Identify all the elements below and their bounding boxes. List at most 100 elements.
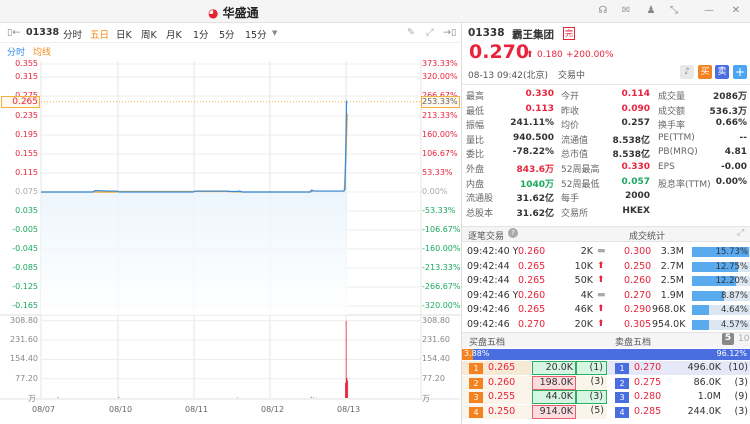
levels-10-button[interactable]: 10 (738, 334, 749, 344)
close-icon[interactable]: ✕ (730, 5, 742, 17)
market-status: 交易中 (558, 71, 586, 81)
stat-value: 31.62亿 (516, 208, 554, 219)
stat-label: 交易所 (561, 208, 589, 219)
volume-bar (117, 397, 119, 398)
tab-3[interactable]: 周K (141, 27, 157, 41)
stat-label: PE(TTM) (658, 132, 695, 143)
ask-price: 0.285 (634, 405, 662, 417)
ask-orders: (10) (728, 362, 748, 373)
stat-label: 52周最低 (561, 179, 600, 190)
bid-volume: 198.0K (532, 375, 576, 390)
mail-icon[interactable]: ✉ (620, 5, 632, 17)
intraday-chart[interactable]: 分时 均线 0.355373.33%0.315320.00%0.275266.6… (0, 43, 460, 424)
bid-volume: 914.0K (532, 404, 576, 419)
expand-icon[interactable]: ⤢ (737, 228, 744, 238)
trade-volume: 4K (580, 289, 593, 301)
bid-orders: (3) (590, 375, 604, 387)
status-badge: 完 (563, 27, 575, 40)
app-logo: ◕ 华盛通 (208, 6, 259, 20)
tab-7[interactable]: 15分 (245, 27, 267, 41)
buy-button[interactable]: 买 (698, 65, 712, 79)
volume-bar (345, 383, 346, 398)
tab-4[interactable]: 月K (166, 27, 182, 41)
chart-canvas (0, 61, 460, 400)
add-watchlist-button[interactable]: + (733, 65, 747, 79)
sell-button[interactable]: 卖 (715, 65, 729, 79)
ask-volume: 496.0K (687, 362, 721, 373)
stat-label: PB(MRQ) (658, 147, 698, 158)
bid-level: 4 (469, 406, 483, 418)
stat-value: -0.00 (721, 162, 747, 172)
stat-value: 0.090 (621, 103, 650, 114)
collapse-right-icon[interactable]: →▯ (443, 27, 456, 38)
bid-level: 3 (469, 392, 483, 404)
volume-share-pct: 15.73% (715, 247, 748, 257)
price-tick: 0.195 (15, 130, 38, 139)
collapse-left-icon[interactable]: ▯← (7, 27, 20, 38)
bid-ask-ratio-bar: 3.88% 96.12% (462, 349, 750, 360)
stat-label: EPS (658, 162, 675, 172)
ask-level: 3 (615, 392, 629, 404)
price-tick: 0.035 (15, 206, 38, 215)
stat-label: 内盘 (466, 179, 485, 190)
date-label: 08/13 (337, 405, 361, 414)
stat-value: 0.330 (621, 162, 650, 172)
volume-bar (346, 378, 348, 398)
arrow-up-icon: ⬆ (597, 275, 605, 286)
stat-label: 昨收 (561, 106, 580, 117)
vol-tick: 77.20 (15, 373, 38, 383)
interval-dropdown-icon[interactable]: ▼ (272, 29, 277, 37)
stat-label: 外盘 (466, 165, 485, 175)
bid-volume: 20.0K (532, 361, 576, 375)
trade-price: 0.265 (518, 304, 546, 316)
trade-volume: 10K (574, 260, 593, 272)
pct-tick: -106.67% (422, 225, 461, 234)
tab-6[interactable]: 5分 (219, 27, 235, 41)
arrow-up-icon: ⬆ (597, 260, 605, 271)
tab-0[interactable]: 分时 (63, 27, 82, 41)
quote-time: 08-13 09:42(北京) (468, 71, 548, 81)
vol-tick: 77.20 (422, 373, 445, 383)
trade-price: 0.265 (518, 275, 546, 287)
tab-5[interactable]: 1分 (193, 27, 209, 41)
vol-tick: 308.80 (422, 315, 450, 325)
alert-bell-icon[interactable]: ♪ (680, 65, 694, 79)
trade-time: 09:42:44 (467, 260, 510, 272)
date-label: 08/11 (185, 405, 209, 414)
bid-price: 0.265 (488, 362, 516, 373)
tab-1[interactable]: 五日 (90, 27, 109, 41)
levels-5-button[interactable]: 5 (722, 333, 734, 345)
fullscreen-icon[interactable]: ⤢ (426, 27, 434, 38)
headset-icon[interactable]: ☊ (597, 5, 609, 17)
volume-share-pct: 12.75% (715, 261, 748, 272)
shirt-icon[interactable]: ♟ (645, 5, 657, 17)
pin-icon[interactable]: ⤡ (668, 5, 680, 17)
stat-volume: 1.9M (660, 289, 684, 301)
stat-volume: 3.3M (660, 246, 684, 257)
trade-volume: 50K (574, 275, 593, 287)
stat-label: 均价 (561, 121, 580, 132)
quote-code: 01338 (468, 27, 505, 39)
stat-label: 换手率 (658, 121, 686, 132)
quote-name: 霸王集团 (512, 29, 554, 41)
bid-row: 3 0.255 44.0K (3) (462, 390, 607, 405)
stat-volume: 954.0K (652, 319, 686, 330)
price-tick: 0.075 (15, 187, 38, 196)
volume-bar (57, 397, 59, 398)
weibo-logo-icon: ◕ (208, 6, 223, 20)
minimize-icon[interactable]: — (703, 5, 715, 17)
stat-label: 最低 (466, 106, 485, 117)
vol-tick: 231.60 (422, 335, 450, 345)
stat-label: 最高 (466, 92, 485, 102)
bid-row: 4 0.250 914.0K (5) (462, 404, 607, 419)
ask-title: 卖盘五档 (615, 338, 652, 348)
tab-2[interactable]: 日K (116, 27, 132, 41)
stat-label: 流通股 (466, 194, 494, 205)
date-label: 08/10 (109, 405, 133, 414)
ask-volume: 244.0K (687, 405, 721, 417)
bid-row: 2 0.260 198.0K (3) (462, 375, 607, 390)
quote-panel: 01338 霸王集团 完 0.270 ⬆ 0.180 +200.00% 08-1… (461, 23, 750, 424)
help-icon[interactable]: ? (508, 228, 518, 238)
stat-value: 0.00% (715, 176, 747, 187)
pencil-icon[interactable]: ✎ (407, 27, 415, 38)
